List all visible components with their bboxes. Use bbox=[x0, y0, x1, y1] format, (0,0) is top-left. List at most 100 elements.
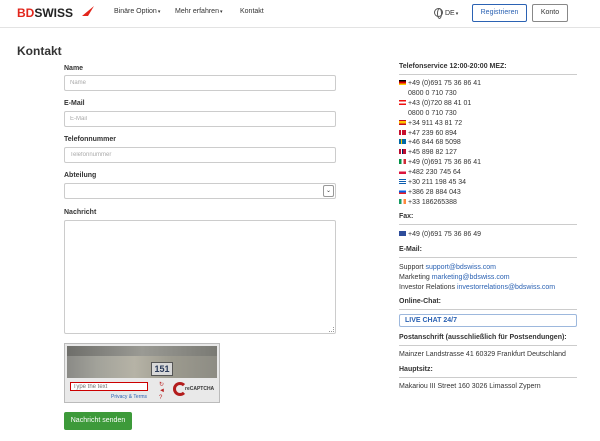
audio-icon[interactable]: ◄ bbox=[159, 388, 165, 394]
chevron-down-icon: ▾ bbox=[219, 9, 223, 15]
phone-row: +34 911 43 81 72 bbox=[399, 119, 462, 127]
phone-row: +49 (0)691 75 36 86 41 bbox=[399, 80, 481, 87]
phone-row: +47 239 60 894 bbox=[399, 129, 457, 137]
email-input[interactable] bbox=[64, 111, 336, 127]
resize-handle[interactable] bbox=[329, 327, 334, 332]
refresh-icon[interactable]: ↻ bbox=[159, 381, 164, 388]
top-navigation-bar: BDSWISS Binäre Option▾ Mehr erfahren▾ Ko… bbox=[0, 0, 600, 28]
phone-row: +45 898 82 127 bbox=[399, 149, 457, 156]
phone-number[interactable]: +46 844 68 5098 bbox=[408, 139, 461, 146]
message-textarea[interactable] bbox=[64, 220, 336, 334]
name-label: Name bbox=[64, 65, 84, 72]
phone-label: Telefonnummer bbox=[64, 136, 116, 143]
submit-button[interactable]: Nachricht senden bbox=[64, 412, 132, 430]
department-select[interactable]: ⌄ bbox=[64, 183, 336, 199]
recaptcha-logo: reCAPTCHA bbox=[173, 381, 215, 399]
name-input[interactable] bbox=[64, 75, 336, 91]
bdswiss-logo[interactable]: BDSWISS bbox=[17, 6, 73, 20]
captcha-image: 151 bbox=[67, 346, 217, 378]
phone-row: +49 (0)691 75 36 86 41 bbox=[399, 159, 481, 166]
phone-row: +386 28 884 043 bbox=[399, 188, 461, 196]
investor-email: Investor Relations investorrelations@bds… bbox=[399, 284, 556, 291]
chevron-down-icon: ▾ bbox=[157, 9, 161, 15]
page-title: Kontakt bbox=[17, 44, 62, 58]
globe-icon bbox=[434, 8, 443, 19]
phone-number[interactable]: +482 230 745 64 bbox=[408, 169, 461, 176]
phone-number[interactable]: +30 211 198 45 34 bbox=[408, 179, 466, 186]
captcha-input[interactable] bbox=[70, 382, 148, 391]
se-flag-icon bbox=[399, 139, 406, 145]
chevron-down-icon: ▾ bbox=[455, 11, 459, 17]
department-label: Abteilung bbox=[64, 172, 97, 179]
pl-flag-icon bbox=[399, 169, 406, 175]
phone-row: +482 230 745 64 bbox=[399, 169, 461, 176]
marketing-email-link[interactable]: marketing@bdswiss.com bbox=[432, 274, 510, 281]
message-label: Nachricht bbox=[64, 209, 97, 216]
logo-arrow-icon bbox=[82, 6, 94, 16]
divider bbox=[399, 257, 577, 258]
help-icon[interactable]: ? bbox=[159, 395, 162, 401]
si-flag-icon bbox=[399, 188, 406, 194]
phone-number[interactable]: +45 898 82 127 bbox=[408, 149, 457, 156]
phone-number[interactable]: 0800 0 710 730 bbox=[408, 110, 457, 117]
captcha-number: 151 bbox=[151, 362, 173, 376]
phone-input[interactable] bbox=[64, 147, 336, 163]
phone-row: +30 211 198 45 34 bbox=[399, 179, 466, 186]
de-flag-icon bbox=[399, 80, 406, 85]
hq-heading: Hauptsitz: bbox=[399, 366, 433, 373]
support-email-link[interactable]: support@bdswiss.com bbox=[425, 264, 496, 271]
phone-row: +46 844 68 5098 bbox=[399, 139, 461, 146]
flag-spacer bbox=[399, 90, 406, 95]
marketing-email: Marketing marketing@bdswiss.com bbox=[399, 274, 510, 281]
phone-number[interactable]: +49 (0)691 75 36 86 41 bbox=[408, 159, 481, 166]
phone-row: 0800 0 710 730 bbox=[399, 90, 457, 97]
divider bbox=[399, 377, 577, 378]
recaptcha-brand: reCAPTCHA bbox=[185, 386, 215, 392]
divider bbox=[399, 224, 577, 225]
eu-flag-icon bbox=[399, 231, 406, 236]
phone-number[interactable]: +33 186265388 bbox=[408, 199, 457, 206]
phone-number[interactable]: +47 239 60 894 bbox=[408, 130, 457, 137]
at-flag-icon bbox=[399, 99, 406, 105]
dk-flag-icon bbox=[399, 129, 406, 135]
email-label: E-Mail bbox=[64, 100, 85, 107]
support-email: Support support@bdswiss.com bbox=[399, 264, 497, 271]
phone-row: +33 186265388 bbox=[399, 198, 457, 206]
phone-number[interactable]: 0800 0 710 730 bbox=[408, 90, 457, 97]
phone-number[interactable]: +49 (0)691 75 36 86 41 bbox=[408, 80, 481, 87]
phone-number[interactable]: +386 28 884 043 bbox=[408, 189, 461, 196]
phone-number[interactable]: +43 (0)720 88 41 01 bbox=[408, 100, 471, 107]
investor-email-link[interactable]: investorrelations@bdswiss.com bbox=[457, 284, 555, 291]
nav-contact[interactable]: Kontakt bbox=[240, 8, 264, 15]
postal-heading: Postanschrift (ausschließlich für Postse… bbox=[399, 334, 567, 341]
captcha-widget: 151 Privacy & Terms ↻ ◄ ? reCAPTCHA bbox=[64, 343, 220, 403]
fax-number: +49 (0)691 75 36 86 49 bbox=[399, 231, 481, 238]
register-button[interactable]: Registrieren bbox=[472, 4, 527, 22]
postal-address: Mainzer Landstrasse 41 60329 Frankfurt D… bbox=[399, 351, 566, 358]
captcha-image-stripe bbox=[67, 346, 217, 356]
captcha-privacy-link[interactable]: Privacy & Terms bbox=[111, 394, 147, 400]
nav-binary-options[interactable]: Binäre Option▾ bbox=[114, 8, 160, 15]
phone-number[interactable]: +34 911 43 81 72 bbox=[408, 120, 462, 127]
es-flag-icon bbox=[399, 119, 406, 125]
email-heading: E-Mail: bbox=[399, 246, 422, 253]
live-chat-button[interactable]: LIVE CHAT 24/7 bbox=[399, 314, 577, 327]
divider bbox=[399, 309, 577, 310]
ie-flag-icon bbox=[399, 198, 406, 204]
divider bbox=[399, 345, 577, 346]
phone-row: +43 (0)720 88 41 01 bbox=[399, 99, 471, 107]
gr-flag-icon bbox=[399, 179, 406, 184]
account-button[interactable]: Konto bbox=[532, 4, 568, 22]
it-flag-icon bbox=[399, 159, 406, 165]
hq-address: Makariou III Street 160 3026 Limassol Zy… bbox=[399, 383, 541, 390]
chevron-down-icon[interactable]: ⌄ bbox=[323, 185, 334, 197]
chat-heading: Online-Chat: bbox=[399, 298, 441, 305]
phone-heading: Telefonservice 12:00-20:00 MEZ: bbox=[399, 63, 507, 70]
no-flag-icon bbox=[399, 149, 406, 155]
nav-learn-more[interactable]: Mehr erfahren▾ bbox=[175, 8, 222, 15]
fax-heading: Fax: bbox=[399, 213, 414, 220]
language-selector[interactable]: DE▾ bbox=[434, 8, 459, 19]
divider bbox=[399, 74, 577, 75]
phone-row: 0800 0 710 730 bbox=[399, 110, 457, 117]
flag-spacer bbox=[399, 110, 406, 115]
